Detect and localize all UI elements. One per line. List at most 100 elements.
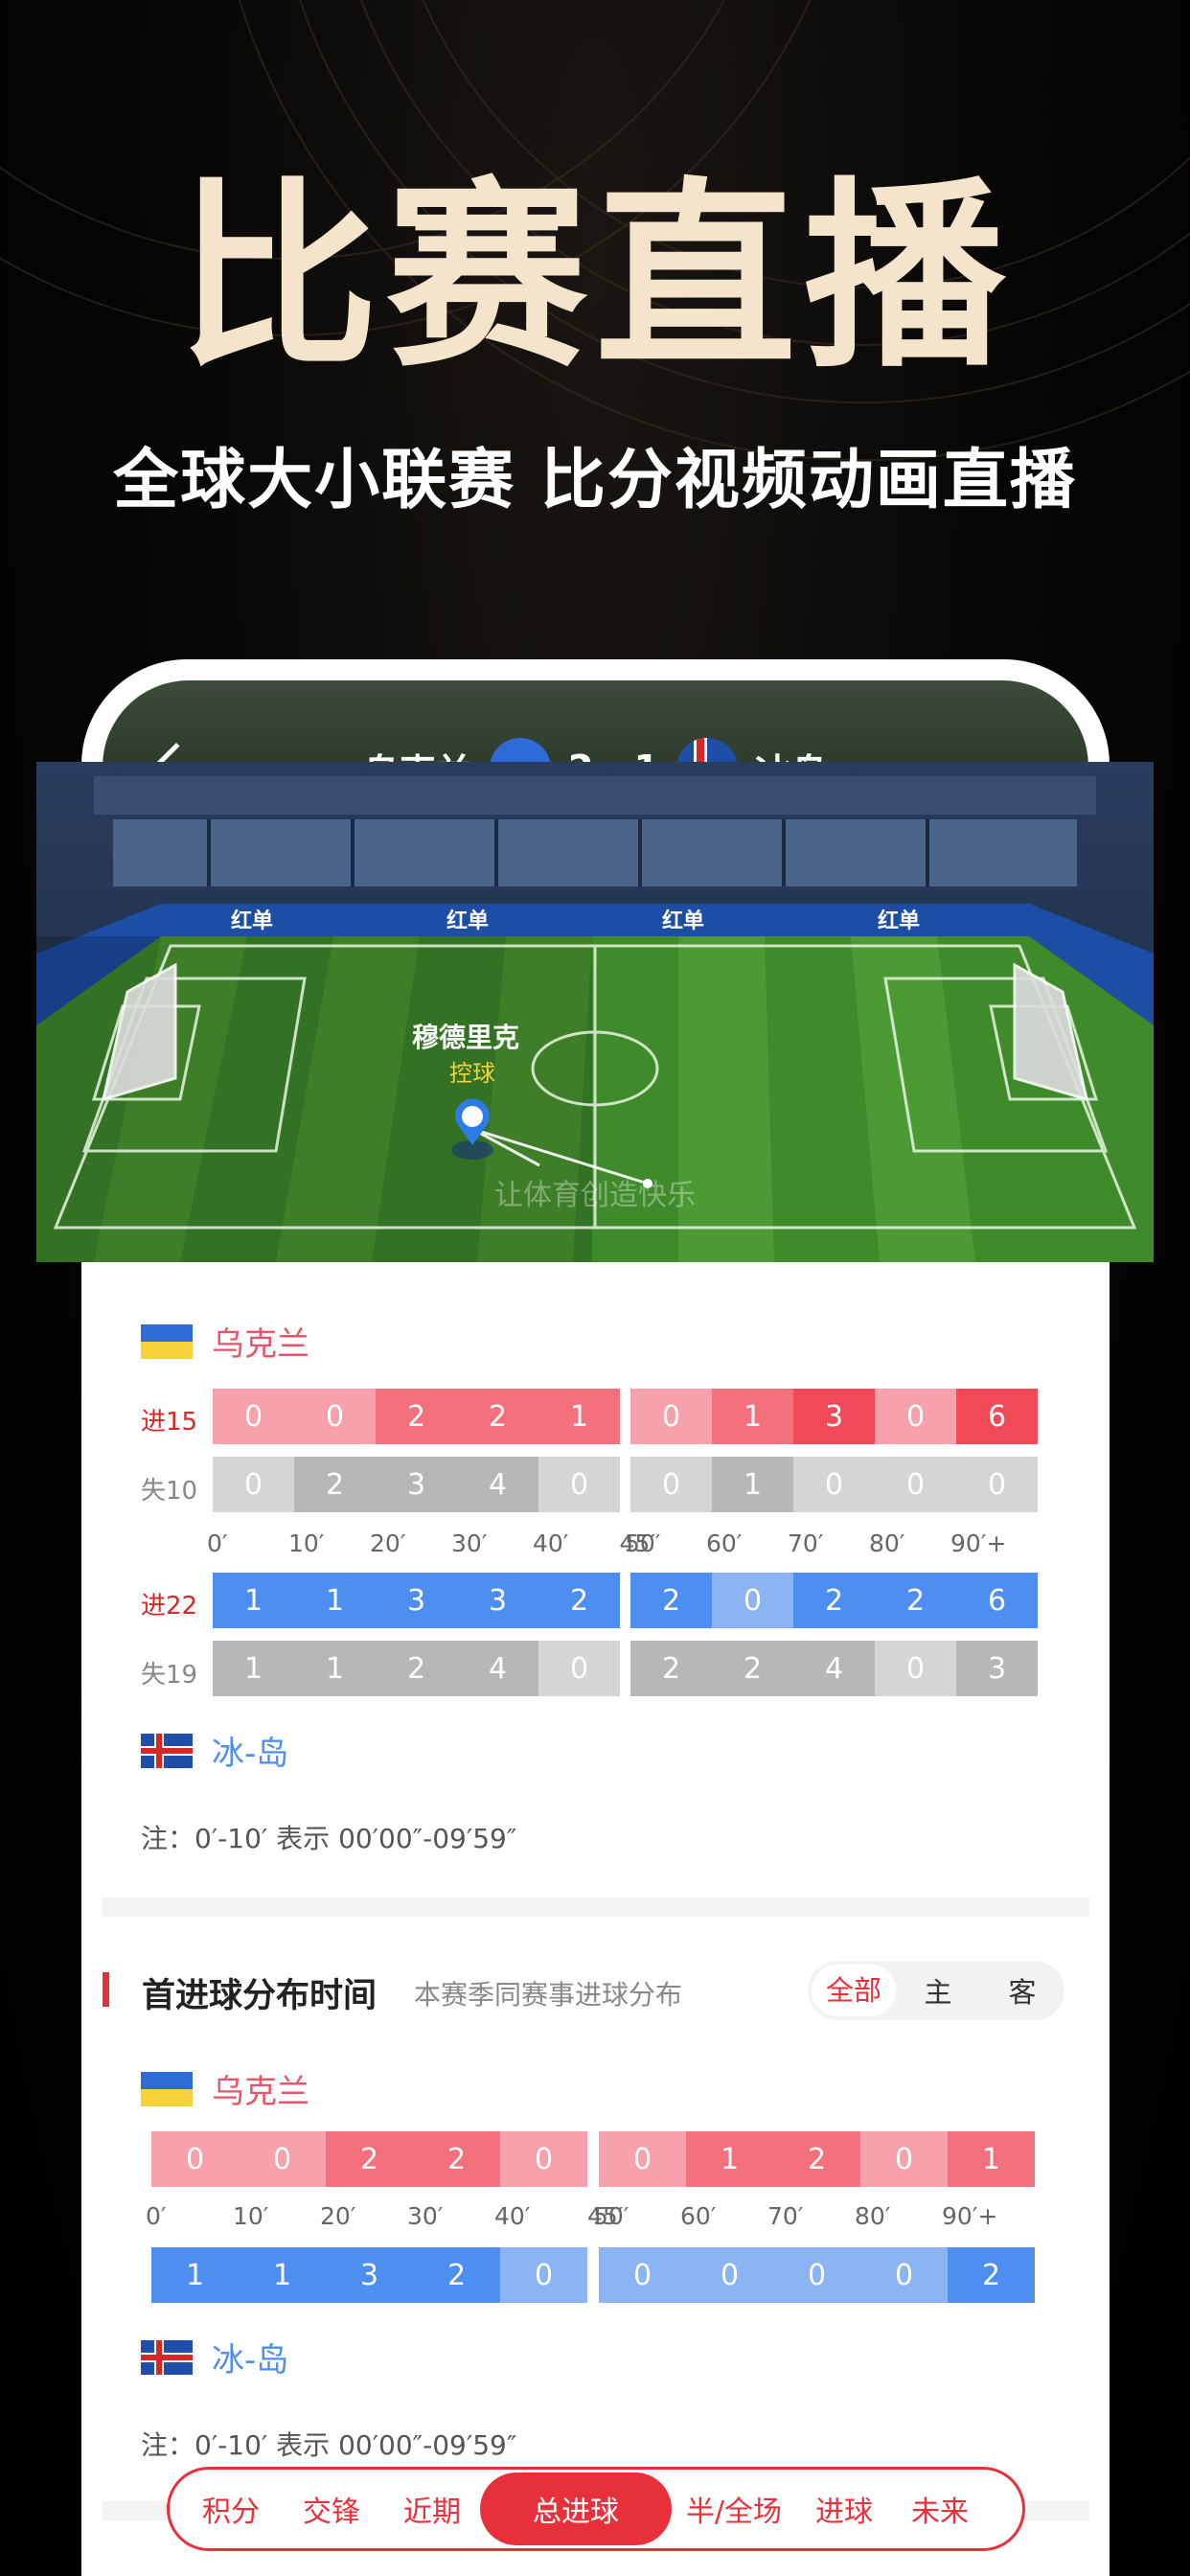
bar-cell: 4 <box>793 1641 875 1696</box>
axis-tick-label: 40′ <box>533 1530 569 1557</box>
axis-tick-label: 30′ <box>451 1530 488 1557</box>
bar-cell: 1 <box>686 2131 773 2187</box>
bar-cell: 0 <box>500 2131 587 2187</box>
bar-cell: 1 <box>213 1641 294 1696</box>
tab-3[interactable]: 总进球 <box>480 2472 672 2545</box>
home-team-row: 乌克兰 <box>103 2065 1089 2111</box>
bar-cell: 2 <box>630 1641 712 1696</box>
bar-cell: 4 <box>457 1641 538 1696</box>
hero-title: 比赛直播 <box>176 160 1013 395</box>
home-conceded-bars: 0234001000 <box>213 1457 1038 1512</box>
bar-cell: 2 <box>793 1573 875 1628</box>
bar-cell: 1 <box>239 2247 326 2303</box>
bar-cell: 2 <box>457 1389 538 1444</box>
bar-cell: 1 <box>712 1389 793 1444</box>
tab-2[interactable]: 近期 <box>384 2488 480 2530</box>
away-scored-bars: 1133220226 <box>213 1573 1038 1628</box>
bar-cell: 0 <box>875 1389 956 1444</box>
axis-tick-label: 90′+ <box>950 1530 1007 1557</box>
ad-board-label: 红单 <box>231 908 273 933</box>
time-axis: 0′ 10′ 20′ 30′ 40′ 45′ 50′ 60′ 70′ 80′ 90′+ <box>146 2202 1062 2231</box>
bar-cell: 0 <box>875 1457 956 1512</box>
tab-5[interactable]: 进球 <box>796 2488 892 2530</box>
bar-cell: 0 <box>793 1457 875 1512</box>
bar-cell: 3 <box>457 1573 538 1628</box>
bar-cell: 0 <box>500 2247 587 2303</box>
bar-cell: 0 <box>630 1389 712 1444</box>
bar-cell: 2 <box>413 2247 500 2303</box>
home-team-label: 乌克兰 <box>212 2073 309 2111</box>
away-team-row: 冰-岛 <box>103 2334 1089 2380</box>
bar-cell: 4 <box>457 1457 538 1512</box>
home-team-label: 乌克兰 <box>212 1325 309 1364</box>
axis-tick-label: 20′ <box>370 1530 406 1557</box>
bar-cell: 1 <box>948 2131 1035 2187</box>
bar-cell: 0 <box>630 1457 712 1512</box>
bar-cell: 1 <box>151 2247 239 2303</box>
hero-subtitle: 全球大小联赛 比分视频动画直播 <box>113 443 1077 518</box>
match-animation[interactable]: 红单 红单 红单 红单 穆德里克 控球 让体育创造快乐 <box>36 762 1154 1262</box>
axis-tick-label: 0′ <box>146 2202 167 2230</box>
tab-0[interactable]: 积分 <box>183 2488 279 2530</box>
axis-tick-label: 30′ <box>407 2202 444 2230</box>
bar-cell: 0 <box>599 2247 686 2303</box>
axis-tick-label: 80′ <box>869 1530 905 1557</box>
bar-cell: 2 <box>773 2131 860 2187</box>
bar-cell: 1 <box>294 1573 376 1628</box>
bar-cell: 3 <box>326 2247 413 2303</box>
time-axis: 0′ 10′ 20′ 30′ 40′ 45′ 50′ 60′ 70′ 80′ 90′+ <box>207 1530 1065 1558</box>
axis-tick-label: 60′ <box>680 2202 717 2230</box>
bar-cell: 6 <box>956 1389 1038 1444</box>
bar-cell: 1 <box>538 1389 620 1444</box>
bar-cell: 3 <box>793 1389 875 1444</box>
bar-cell: 0 <box>239 2131 326 2187</box>
home-team-row: 乌克兰 <box>103 1318 1089 1364</box>
bar-cell: 0 <box>538 1641 620 1696</box>
player-name: 穆德里克 <box>412 1022 519 1053</box>
bar-cell: 2 <box>376 1389 457 1444</box>
bar-cell: 1 <box>213 1573 294 1628</box>
axis-tick-label: 10′ <box>288 1530 325 1557</box>
tab-1[interactable]: 交锋 <box>279 2488 384 2530</box>
bar-cell: 1 <box>712 1457 793 1512</box>
ad-board-label: 红单 <box>662 908 704 933</box>
bar-cell: 3 <box>956 1641 1038 1696</box>
tab-4[interactable]: 半/全场 <box>672 2488 796 2530</box>
section-subtitle: 本赛季同赛事进球分布 <box>414 1979 683 2011</box>
section-title: 首进球分布时间 <box>142 1977 378 2015</box>
ukraine-flag-icon <box>141 2071 193 2106</box>
bar-cell: 2 <box>326 2131 413 2187</box>
axis-tick-label: 70′ <box>767 2202 804 2230</box>
bar-cell: 0 <box>875 1641 956 1696</box>
away-team-row: 冰-岛 <box>103 1727 1089 1773</box>
bar-cell: 2 <box>376 1641 457 1696</box>
first-goal-home-bars: 0022001201 <box>151 2131 1035 2187</box>
bar-cell: 0 <box>686 2247 773 2303</box>
bar-cell: 2 <box>630 1573 712 1628</box>
iceland-flag-icon <box>141 2339 193 2375</box>
ukraine-flag-icon <box>141 1323 193 1359</box>
tab-6[interactable]: 未来 <box>892 2488 988 2530</box>
ad-board-label: 红单 <box>446 908 489 933</box>
home-conceded-label: 失10 <box>141 1477 198 1506</box>
bar-cell: 2 <box>413 2131 500 2187</box>
axis-tick-label: 70′ <box>788 1530 824 1557</box>
filter-home[interactable]: 主 <box>896 1970 980 2011</box>
bar-cell: 0 <box>213 1389 294 1444</box>
filter-away[interactable]: 客 <box>980 1970 1064 2011</box>
bar-cell: 0 <box>599 2131 686 2187</box>
bar-cell: 2 <box>948 2247 1035 2303</box>
bar-cell: 2 <box>538 1573 620 1628</box>
away-scored-label: 进22 <box>141 1592 198 1621</box>
bar-cell: 0 <box>860 2247 948 2303</box>
axis-tick-label: 50′ <box>625 1530 661 1557</box>
away-team-label: 冰-岛 <box>212 2341 289 2380</box>
bar-cell: 0 <box>213 1457 294 1512</box>
axis-tick-label: 10′ <box>233 2202 269 2230</box>
bar-cell: 2 <box>712 1641 793 1696</box>
promo-screen: { "hero": { "title": "比赛直播", "subtitle":… <box>0 0 1190 2576</box>
away-conceded-label: 失19 <box>141 1661 198 1690</box>
filter-all[interactable]: 全部 <box>812 1965 896 2016</box>
bar-cell: 0 <box>956 1457 1038 1512</box>
axis-tick-label: 50′ <box>593 2202 629 2230</box>
